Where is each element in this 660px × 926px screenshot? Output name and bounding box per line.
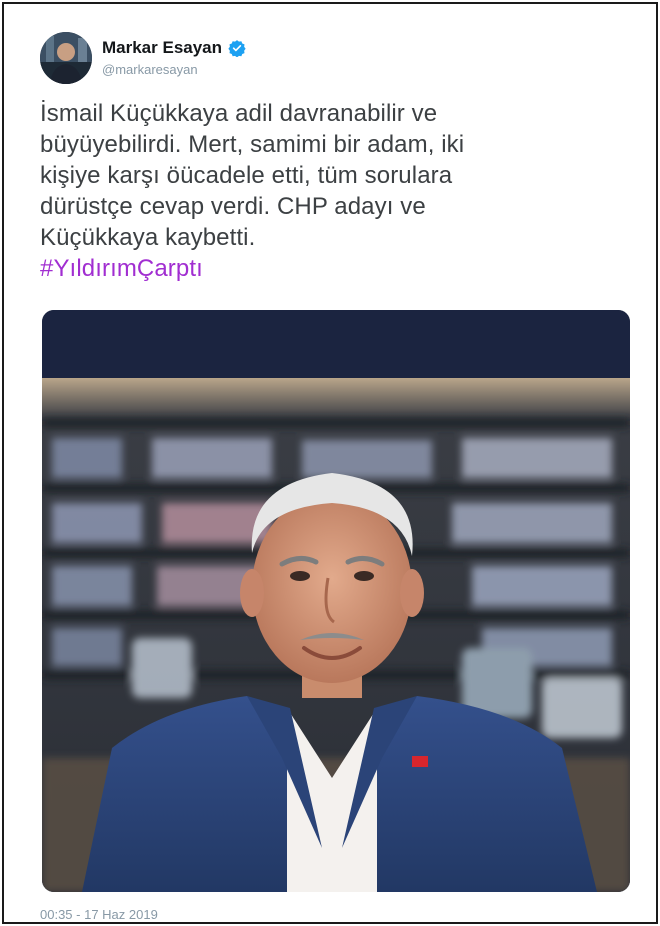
- tweet-text-line: İsmail Küçükkaya adil davranabilir ve: [40, 100, 438, 127]
- author-info: Markar Esayan @markaresayan: [102, 38, 246, 77]
- author-avatar[interactable]: [40, 32, 92, 84]
- tweet-timestamp[interactable]: 00:35 - 17 Haz 2019: [40, 907, 158, 922]
- media-top-bar: [42, 310, 630, 378]
- verified-badge-icon: [228, 39, 246, 58]
- tweet-media[interactable]: [42, 310, 630, 892]
- tweet-text-line: büyüyebilirdi. Mert, samimi bir adam, ik…: [40, 131, 465, 158]
- tweet-card: Markar Esayan @markaresayan İsmail Küçük…: [2, 2, 658, 924]
- tweet-text-line: dürüstçe cevap verdi. CHP adayı ve: [40, 193, 426, 220]
- author-name-row: Markar Esayan: [102, 38, 246, 58]
- portrait-photo: [42, 378, 630, 892]
- hashtag-link[interactable]: #YıldırımÇarptı: [40, 253, 600, 284]
- tweet-text-line: kişiye karşı öücadele etti, tüm sorulara: [40, 162, 453, 189]
- tweet-text: İsmail Küçükkaya adil davranabilir ve bü…: [40, 98, 600, 284]
- tweet-text-line: Küçükkaya kaybetti.: [40, 224, 256, 251]
- author-display-name[interactable]: Markar Esayan: [102, 38, 222, 58]
- tweet-header: Markar Esayan @markaresayan: [40, 32, 600, 86]
- avatar-image: [40, 32, 92, 84]
- author-handle[interactable]: @markaresayan: [102, 62, 246, 77]
